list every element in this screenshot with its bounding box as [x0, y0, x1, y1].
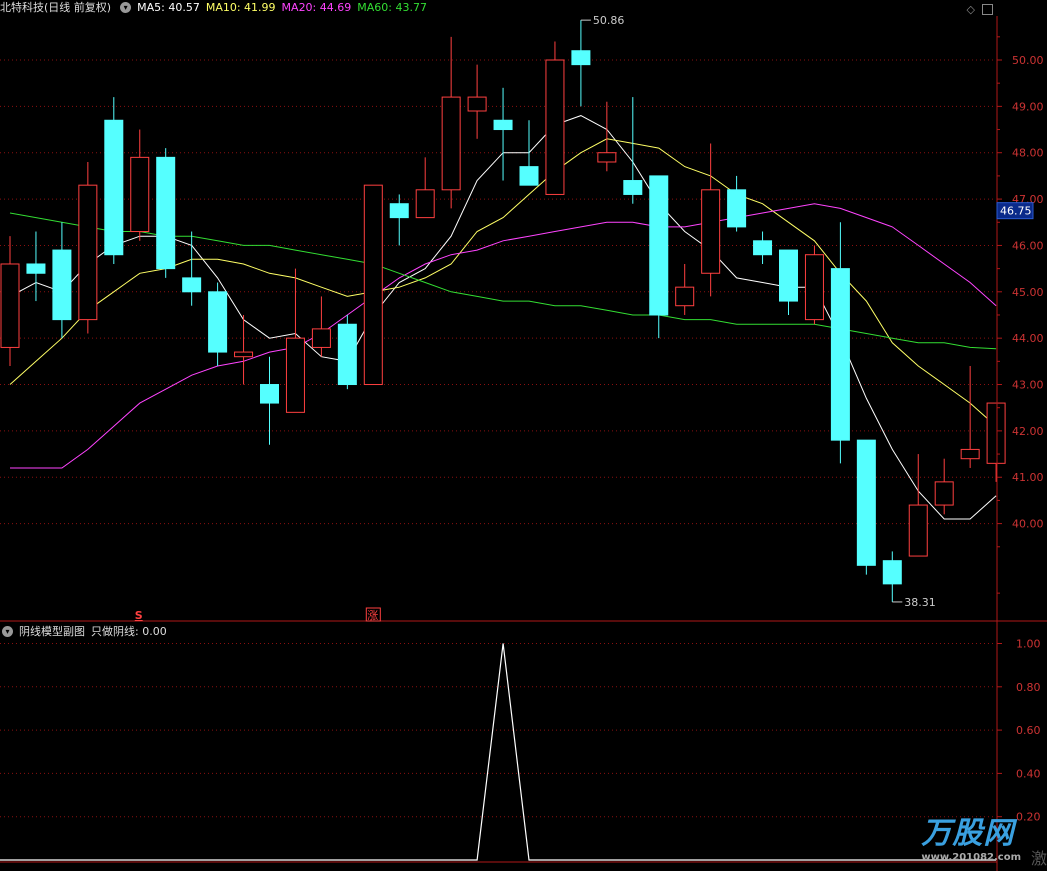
candle-up	[934, 481, 954, 506]
candle-down	[519, 166, 539, 186]
sub-title: 阴线模型副图	[19, 625, 85, 638]
candle-down	[389, 203, 409, 219]
candlesticks	[0, 20, 1006, 602]
price-tick-label: 45.00	[1012, 286, 1044, 299]
candle-up	[908, 504, 928, 557]
candle-up	[701, 189, 721, 274]
low-price-label: 38.31	[904, 596, 936, 609]
sub-settings-circle-icon[interactable]: ▾	[2, 626, 13, 637]
candle-up	[804, 254, 824, 321]
annotations: 50.86 38.31 46.75 S 涨	[135, 14, 1034, 622]
watermark-url: www.201082.com	[921, 852, 1021, 863]
candle-down	[623, 180, 643, 195]
watermark-corner-text: 激	[1030, 849, 1047, 868]
price-tick-label: 40.00	[1012, 518, 1044, 531]
candle-down	[830, 268, 850, 441]
s-signal-marker: S	[135, 609, 143, 622]
candle-down	[649, 175, 669, 316]
candle-up	[415, 189, 435, 219]
ma5-legend: MA5: 40.57	[137, 1, 200, 14]
candle-down	[571, 50, 591, 66]
candle-down	[753, 240, 773, 256]
indicator-tick-label: 0.60	[1016, 724, 1041, 737]
ma10-legend: MA10: 41.99	[205, 1, 276, 14]
price-tick-label: 43.00	[1012, 379, 1044, 392]
candle-up	[130, 156, 150, 233]
candle-down	[779, 249, 798, 302]
diamond-icon[interactable]: ◇	[967, 3, 975, 16]
zhang-signal-marker: 涨	[367, 609, 378, 622]
candle-down	[882, 560, 902, 585]
watermark-logo: 万股网 www.201082.com	[921, 808, 1021, 863]
watermark-brand: 万股网	[921, 816, 1015, 851]
candle-down	[337, 323, 357, 386]
indicator-tick-label: 1.00	[1016, 638, 1041, 651]
price-tick-label: 49.00	[1012, 100, 1044, 113]
candle-up	[441, 96, 461, 191]
candle-down	[727, 189, 747, 228]
price-tick-label: 48.00	[1012, 147, 1044, 160]
price-tick-label: 44.00	[1012, 332, 1044, 345]
candle-up	[986, 402, 1006, 464]
candle-down	[260, 384, 279, 404]
price-tick-label: 42.00	[1012, 425, 1044, 438]
price-tick-label: 41.00	[1012, 471, 1044, 484]
indicator-tick-label: 0.80	[1016, 681, 1041, 694]
candle-down	[856, 439, 876, 566]
candle-down	[493, 119, 513, 131]
candle-down	[182, 277, 202, 293]
sub-chart-header: ▾ 阴线模型副图 只做阴线: 0.00	[0, 624, 173, 640]
stock-title: 北特科技(日线 前复权)	[0, 1, 112, 14]
high-price-label: 50.86	[593, 14, 625, 27]
candle-up	[285, 337, 305, 413]
settings-circle-icon[interactable]: ▾	[120, 2, 132, 13]
candle-down	[104, 119, 124, 256]
candle-up	[597, 152, 617, 163]
ma20-legend: MA20: 44.69	[281, 1, 352, 14]
window-toggle-icon[interactable]	[982, 4, 993, 15]
main-chart-header: 北特科技(日线 前复权) ▾ MA5: 40.57 MA10: 41.99 MA20: …	[0, 0, 433, 16]
candle-down	[52, 249, 72, 321]
indicator-series	[0, 643, 997, 861]
candle-up	[311, 328, 331, 348]
candle-down	[156, 156, 176, 270]
axes: 40.0041.0042.0043.0044.0045.0046.0047.00…	[0, 16, 1047, 871]
indicator-tick-label: 0.40	[1016, 767, 1041, 780]
candle-down	[26, 263, 46, 274]
current-price-label: 46.75	[1000, 205, 1032, 218]
indicator-legend: 只做阴线: 0.00	[91, 625, 167, 638]
ma60-legend: MA60: 43.77	[357, 1, 427, 14]
chart-canvas: 40.0041.0042.0043.0044.0045.0046.0047.00…	[0, 14, 1047, 871]
candle-up	[0, 263, 20, 348]
candle-down	[208, 291, 228, 353]
price-tick-label: 50.00	[1012, 54, 1044, 67]
candle-up	[78, 184, 98, 321]
candle-up	[467, 96, 487, 112]
candle-up	[363, 184, 383, 386]
indicator-line	[0, 643, 997, 861]
candle-up	[960, 448, 980, 460]
sub-grid	[0, 643, 996, 818]
candle-up	[234, 351, 254, 358]
candle-up	[545, 59, 565, 195]
price-tick-label: 46.00	[1012, 239, 1044, 252]
candle-up	[675, 286, 695, 307]
